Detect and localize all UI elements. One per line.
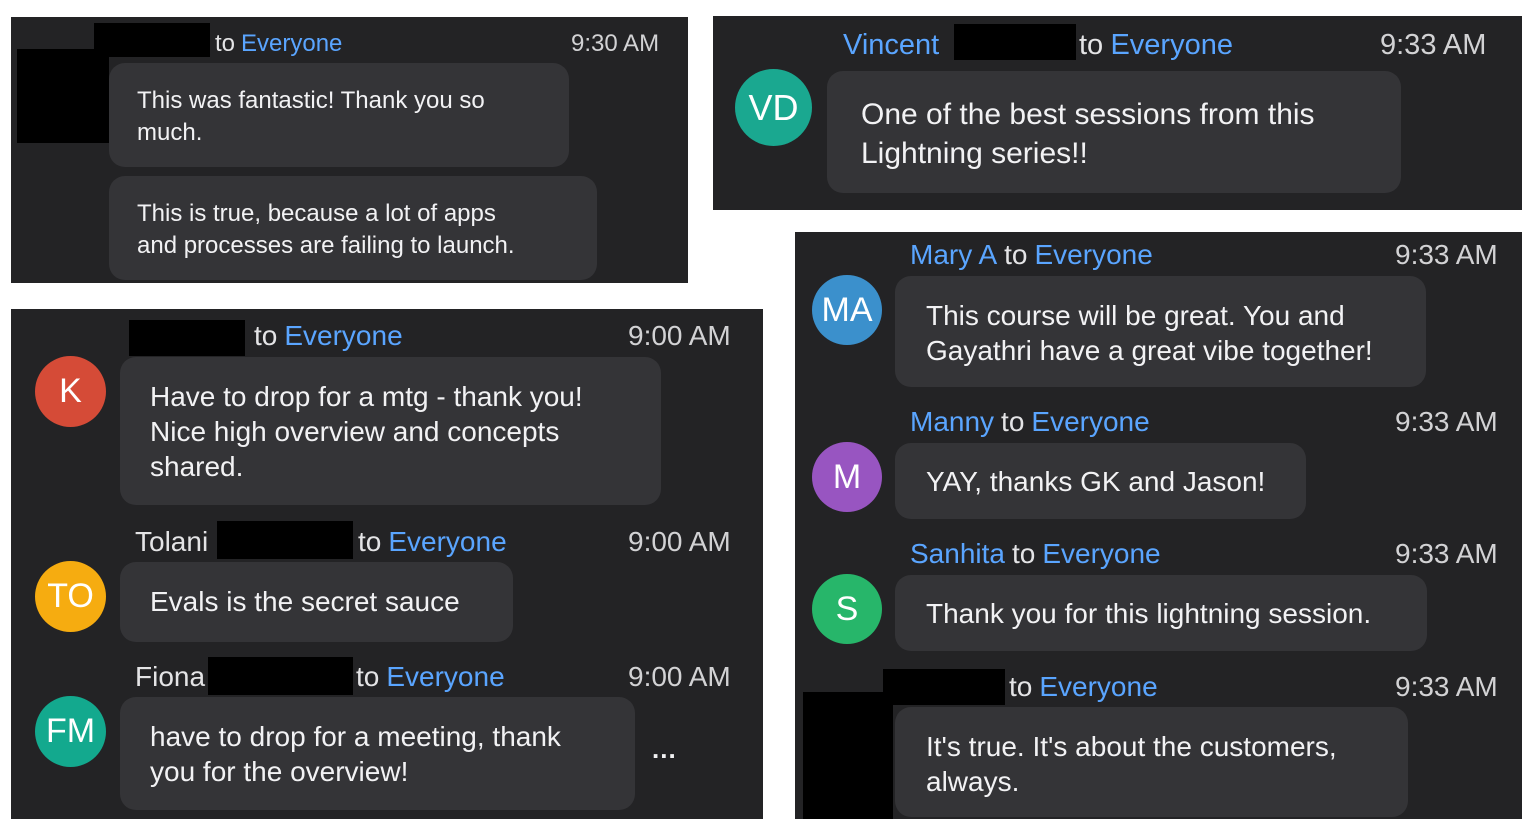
message-bubble[interactable]: Thank you for this lightning session. <box>895 575 1427 651</box>
message-header: to Everyone <box>254 322 403 350</box>
avatar-initials: M <box>832 457 862 496</box>
message-bubble[interactable]: This was fantastic! Thank you so much. <box>109 63 569 167</box>
message-bubble[interactable]: This is true, because a lot of apps and … <box>109 176 597 280</box>
message-bubble[interactable]: YAY, thanks GK and Jason! <box>895 443 1306 519</box>
redacted-avatar <box>803 692 893 819</box>
to-label: to <box>1001 406 1025 437</box>
to-label: to <box>1011 538 1036 569</box>
avatar: TO <box>35 561 106 632</box>
to-label: to <box>356 661 380 692</box>
timestamp: 9:33 AM <box>1395 538 1498 569</box>
timestamp: 9:33 AM <box>1395 406 1498 437</box>
message-header-recipient: to Everyone <box>1079 31 1233 60</box>
recipient-link[interactable]: Everyone <box>1042 538 1160 569</box>
redacted-sender-name <box>129 320 245 356</box>
sender-name[interactable]: Vincent <box>843 29 939 61</box>
avatar: M <box>812 442 882 512</box>
timestamp: 9:33 AM <box>1380 29 1487 61</box>
message-header: Manny to Everyone <box>910 408 1150 436</box>
redacted-sender-name <box>883 669 1005 705</box>
recipient-link[interactable]: Everyone <box>1035 239 1153 270</box>
avatar-initials: K <box>59 372 82 410</box>
chat-panel-bottom-left: to Everyone 9:00 AM K Have to drop for a … <box>11 309 763 819</box>
timestamp: 9:33 AM <box>1395 239 1498 270</box>
avatar-initials: TO <box>47 577 94 615</box>
redacted-avatar <box>17 49 109 143</box>
message-bubble[interactable]: One of the best sessions from this Light… <box>827 71 1401 193</box>
to-label: to <box>1004 239 1028 270</box>
avatar: MA <box>812 275 882 345</box>
message-text: This was fantastic! Thank you so much. <box>137 87 485 146</box>
timestamp: 9:33 AM <box>1395 671 1498 702</box>
sender-name[interactable]: Mary A <box>910 239 997 270</box>
to-label: to <box>1009 671 1033 702</box>
message-header: to Everyone <box>358 528 507 556</box>
message-text: This course will be great. You and Gayat… <box>926 300 1373 366</box>
message-header: to Everyone <box>356 663 505 691</box>
message-text: Thank you for this lightning session. <box>926 598 1372 629</box>
to-label: to <box>1079 29 1104 61</box>
recipient-link[interactable]: Everyone <box>386 661 504 692</box>
recipient-link[interactable]: Everyone <box>1039 671 1157 702</box>
message-text: have to drop for a meeting, thank you fo… <box>150 721 561 787</box>
message-text: Evals is the secret sauce <box>150 586 460 617</box>
message-text: Have to drop for a mtg - thank you! Nice… <box>150 381 583 482</box>
recipient-link[interactable]: Everyone <box>284 320 402 351</box>
recipient-link[interactable]: Everyone <box>241 30 342 57</box>
chat-panel-top-left: to Everyone 9:30 AM This was fantastic! T… <box>11 17 688 283</box>
avatar: VD <box>735 69 812 146</box>
message-bubble[interactable]: Have to drop for a mtg - thank you! Nice… <box>120 357 661 505</box>
message-header: Sanhita to Everyone <box>910 540 1161 568</box>
redacted-sender-name <box>954 24 1076 60</box>
message-bubble[interactable]: This course will be great. You and Gayat… <box>895 276 1426 387</box>
message-header: Vincent <box>843 31 939 60</box>
sender-name: Tolani <box>135 526 209 557</box>
to-label: to <box>215 30 236 57</box>
message-text: YAY, thanks GK and Jason! <box>926 466 1266 497</box>
sender-name[interactable]: Sanhita <box>910 538 1005 569</box>
message-header: to Everyone <box>215 32 342 56</box>
avatar: FM <box>35 696 106 767</box>
sender-name: Fiona <box>135 661 206 692</box>
chat-panel-bottom-right: Mary Ato Everyone 9:33 AM MA This course … <box>795 232 1522 819</box>
avatar-initials: VD <box>748 86 799 128</box>
redacted-sender-name <box>217 521 353 559</box>
message-text: It's true. It's about the customers, alw… <box>926 731 1337 797</box>
timestamp: 9:00 AM <box>628 661 731 692</box>
timestamp: 9:00 AM <box>628 320 731 351</box>
message-bubble[interactable]: have to drop for a meeting, thank you fo… <box>120 697 635 810</box>
recipient-link[interactable]: Everyone <box>1031 406 1149 437</box>
message-text: One of the best sessions from this Light… <box>861 98 1315 170</box>
message-header: Mary Ato Everyone <box>910 241 1153 269</box>
message-text: This is true, because a lot of apps and … <box>137 200 515 259</box>
timestamp: 9:00 AM <box>628 526 731 557</box>
avatar-initials: MA <box>821 290 873 329</box>
avatar-initials: FM <box>45 712 96 750</box>
chat-panel-top-right: Vincent to Everyone 9:33 AM VD One of the… <box>713 16 1522 210</box>
avatar: K <box>35 356 106 427</box>
avatar-initials: S <box>835 589 859 628</box>
avatar: S <box>812 574 882 644</box>
recipient-link[interactable]: Everyone <box>388 526 506 557</box>
message-bubble[interactable]: It's true. It's about the customers, alw… <box>895 707 1408 817</box>
message-header: to Everyone <box>1009 673 1158 701</box>
timestamp: 9:30 AM <box>571 30 660 57</box>
redacted-sender-name <box>208 657 353 695</box>
redacted-sender-name <box>94 23 210 57</box>
more-options-button[interactable]: ... <box>652 734 677 765</box>
to-label: to <box>358 526 382 557</box>
message-bubble[interactable]: Evals is the secret sauce <box>120 562 513 642</box>
sender-name[interactable]: Manny <box>910 406 994 437</box>
recipient-link[interactable]: Everyone <box>1110 29 1233 61</box>
to-label: to <box>254 320 278 351</box>
